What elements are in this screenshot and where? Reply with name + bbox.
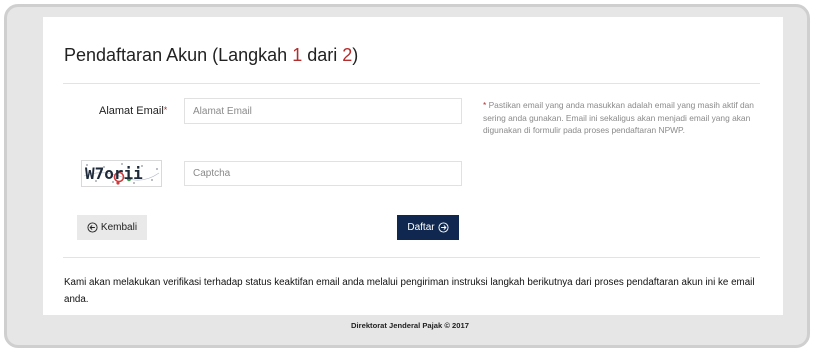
divider-top bbox=[63, 83, 760, 84]
captcha-image: W7orii bbox=[81, 160, 162, 187]
step-total: 2 bbox=[342, 45, 353, 65]
title-middle: dari bbox=[302, 45, 343, 65]
register-button[interactable]: Daftar bbox=[397, 215, 459, 240]
email-help-text: * Pastikan email yang anda masukkan adal… bbox=[483, 99, 768, 137]
register-button-label: Daftar bbox=[407, 222, 435, 233]
page-title: Pendaftaran Akun (Langkah 1 dari 2) bbox=[64, 45, 358, 66]
required-mark: * bbox=[163, 105, 168, 115]
title-suffix: ) bbox=[352, 45, 359, 65]
verification-note: Kami akan melakukan verifikasi terhadap … bbox=[64, 276, 755, 305]
email-label: Alamat Email* bbox=[99, 105, 167, 117]
step-current: 1 bbox=[292, 45, 303, 65]
title-prefix: Pendaftaran Akun (Langkah bbox=[64, 45, 293, 65]
arrow-right-circle-icon bbox=[438, 222, 449, 233]
captcha-text: W7orii bbox=[85, 164, 143, 183]
arrow-left-circle-icon bbox=[87, 222, 98, 233]
help-text-body: Pastikan email yang anda masukkan adalah… bbox=[483, 100, 754, 136]
footer-copyright: Direktorat Jenderal Pajak © 2017 bbox=[351, 321, 469, 330]
email-input[interactable] bbox=[184, 98, 462, 124]
divider-bottom bbox=[63, 257, 760, 258]
back-button-label: Kembali bbox=[100, 222, 138, 233]
registration-card: Pendaftaran Akun (Langkah 1 dari 2) Alam… bbox=[43, 17, 783, 315]
captcha-graphic: W7orii bbox=[83, 163, 160, 185]
captcha-input[interactable] bbox=[184, 161, 462, 186]
back-button[interactable]: Kembali bbox=[77, 215, 147, 240]
email-label-text: Alamat Email bbox=[99, 105, 164, 117]
